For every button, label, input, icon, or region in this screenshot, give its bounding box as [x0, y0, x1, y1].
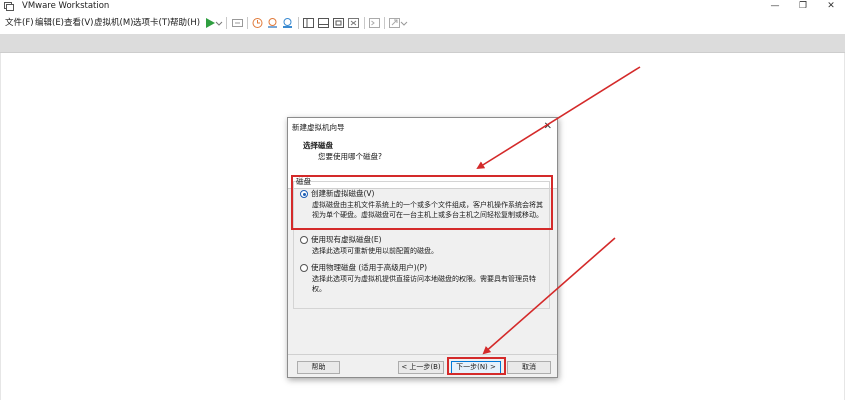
option-description: 权。: [312, 285, 326, 293]
menu-file[interactable]: 文件(F): [5, 17, 34, 29]
back-button[interactable]: < 上一步(B): [398, 361, 444, 374]
option-description: 选择此选项可重新使用以前配置的磁盘。: [312, 247, 438, 255]
option-description: 选择此选项可为虚拟机提供直接访问本地磁盘的权限。需要具有管理员特: [312, 275, 536, 283]
step-title: 选择磁盘: [303, 141, 333, 150]
toolbar-separator: [247, 17, 248, 29]
menu-bar: 文件(F) 编辑(E) 查看(V) 虚拟机(M) 选项卡(T) 帮助(H): [0, 13, 845, 33]
snapshot-manager-icon[interactable]: [281, 17, 294, 29]
cancel-button[interactable]: 取消: [507, 361, 551, 374]
vmware-logo-icon: [4, 2, 14, 11]
sidebar-icon[interactable]: [302, 17, 315, 29]
step-subtitle: 您要使用哪个磁盘?: [318, 152, 382, 161]
radio-use-physical-disk[interactable]: [300, 264, 308, 272]
console-icon[interactable]: [368, 17, 381, 29]
toolbar-separator: [298, 17, 299, 29]
dropdown-icon[interactable]: [215, 17, 223, 29]
menu-view[interactable]: 查看(V): [64, 17, 93, 29]
window-title: VMware Workstation: [22, 1, 110, 11]
thumbnail-icon[interactable]: [317, 17, 330, 29]
help-button[interactable]: 帮助: [297, 361, 340, 374]
menu-help[interactable]: 帮助(H): [170, 17, 200, 29]
option-label: 使用现有虚拟磁盘(E): [311, 235, 382, 244]
minimize-button[interactable]: —: [760, 0, 790, 13]
highlight-box-create-new-disk: [291, 175, 553, 230]
option-use-existing-disk[interactable]: 使用现有虚拟磁盘(E): [300, 235, 382, 245]
dropdown-icon[interactable]: [400, 17, 408, 29]
menu-tabs[interactable]: 选项卡(T): [133, 17, 170, 29]
radio-use-existing-disk[interactable]: [300, 236, 308, 244]
dialog-title: 新建虚拟机向导: [292, 123, 345, 132]
highlight-box-next-button: [447, 357, 506, 375]
close-button[interactable]: ✕: [816, 0, 845, 13]
send-keys-icon[interactable]: [231, 17, 244, 29]
snapshot-icon[interactable]: [251, 17, 264, 29]
revert-snapshot-icon[interactable]: [266, 17, 279, 29]
new-vm-wizard-dialog: 新建虚拟机向导 ✕ 选择磁盘 您要使用哪个磁盘? 磁盘 创建新虚拟磁盘(V) 虚…: [287, 117, 558, 378]
divider: [288, 354, 557, 355]
close-icon[interactable]: ✕: [544, 121, 552, 133]
option-label: 使用物理磁盘 (适用于高级用户)(P): [311, 263, 428, 272]
menu-edit[interactable]: 编辑(E): [35, 17, 64, 29]
toolbar-separator: [364, 17, 365, 29]
option-use-physical-disk[interactable]: 使用物理磁盘 (适用于高级用户)(P): [300, 263, 427, 273]
dialog-title-bar: 新建虚拟机向导 ✕: [288, 118, 557, 137]
fullscreen-icon[interactable]: [332, 17, 345, 29]
menu-vm[interactable]: 虚拟机(M): [94, 17, 133, 29]
toolbar-separator: [384, 17, 385, 29]
maximize-button[interactable]: ❐: [788, 0, 818, 13]
toolbar-separator: [226, 17, 227, 29]
title-bar: VMware Workstation — ❐ ✕: [0, 0, 845, 13]
unity-icon[interactable]: [347, 17, 360, 29]
tab-strip: [0, 34, 845, 53]
